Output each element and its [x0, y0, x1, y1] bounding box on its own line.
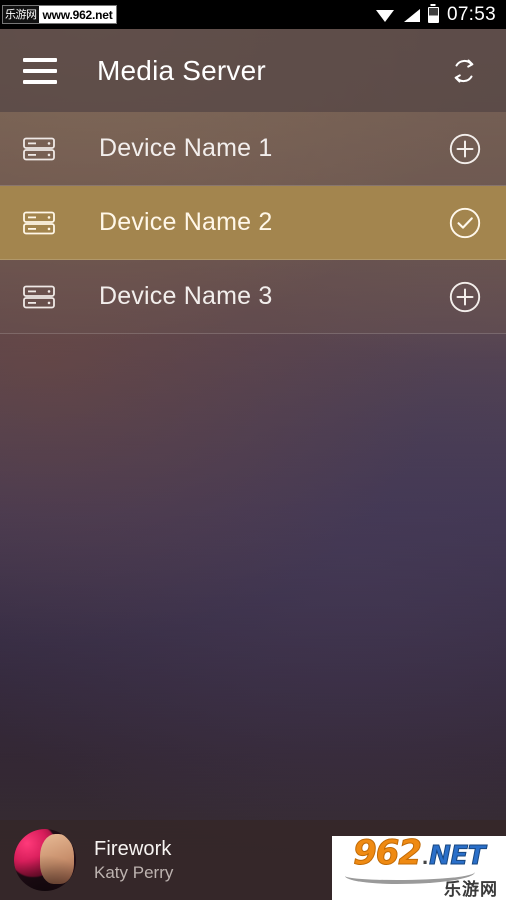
hamburger-bar: [23, 57, 57, 62]
status-clock: 07:53: [446, 3, 496, 25]
server-device-icon: [18, 136, 60, 162]
server-device-icon: [18, 284, 60, 310]
watermark-url-label: www.962.net: [42, 7, 113, 22]
battery-icon: [427, 6, 439, 23]
device-name-label: Device Name 2: [99, 208, 273, 236]
site-watermark-overlay: 962 . NET 乐游网: [332, 836, 506, 900]
album-art-thumbnail[interactable]: [14, 829, 76, 891]
device-list-item-1[interactable]: Device Name 1: [0, 112, 506, 186]
device-name-label: Device Name 1: [99, 134, 273, 162]
hamburger-menu-icon[interactable]: [23, 57, 57, 84]
device-list: Device Name 1 Device Name 2 Device Name …: [0, 112, 506, 334]
device-name-label: Device Name 3: [99, 282, 273, 310]
page-title: Media Server: [97, 54, 266, 86]
device-list-item-3[interactable]: Device Name 3: [0, 260, 506, 334]
wifi-icon: [375, 8, 395, 22]
device-list-item-2[interactable]: Device Name 2: [0, 186, 506, 260]
site-watermark-badge: 乐游网 www.962.net: [2, 5, 117, 24]
server-device-icon: [18, 210, 60, 236]
track-artist: Katy Perry: [94, 862, 174, 882]
app-root: 乐游网 www.962.net 07:53 Media Server Devic…: [0, 0, 506, 900]
track-metadata: Firework Katy Perry: [94, 838, 173, 883]
plus-circle-icon[interactable]: [445, 277, 485, 317]
check-circle-icon[interactable]: [445, 203, 485, 243]
watermark-swoosh-graphic: [339, 868, 499, 884]
album-art-shading: [14, 829, 76, 891]
watermark-cn-label: 乐游网: [3, 6, 39, 23]
track-title: Firework: [94, 837, 172, 860]
app-bar: Media Server: [0, 29, 506, 112]
status-bar: 乐游网 www.962.net 07:53: [0, 0, 506, 29]
hamburger-bar: [23, 68, 57, 73]
plus-circle-icon[interactable]: [445, 129, 485, 169]
cellular-signal-icon: [403, 8, 420, 22]
status-icons-group: 07:53: [375, 3, 506, 26]
refresh-sync-icon[interactable]: [444, 51, 484, 91]
hamburger-bar: [23, 79, 57, 84]
